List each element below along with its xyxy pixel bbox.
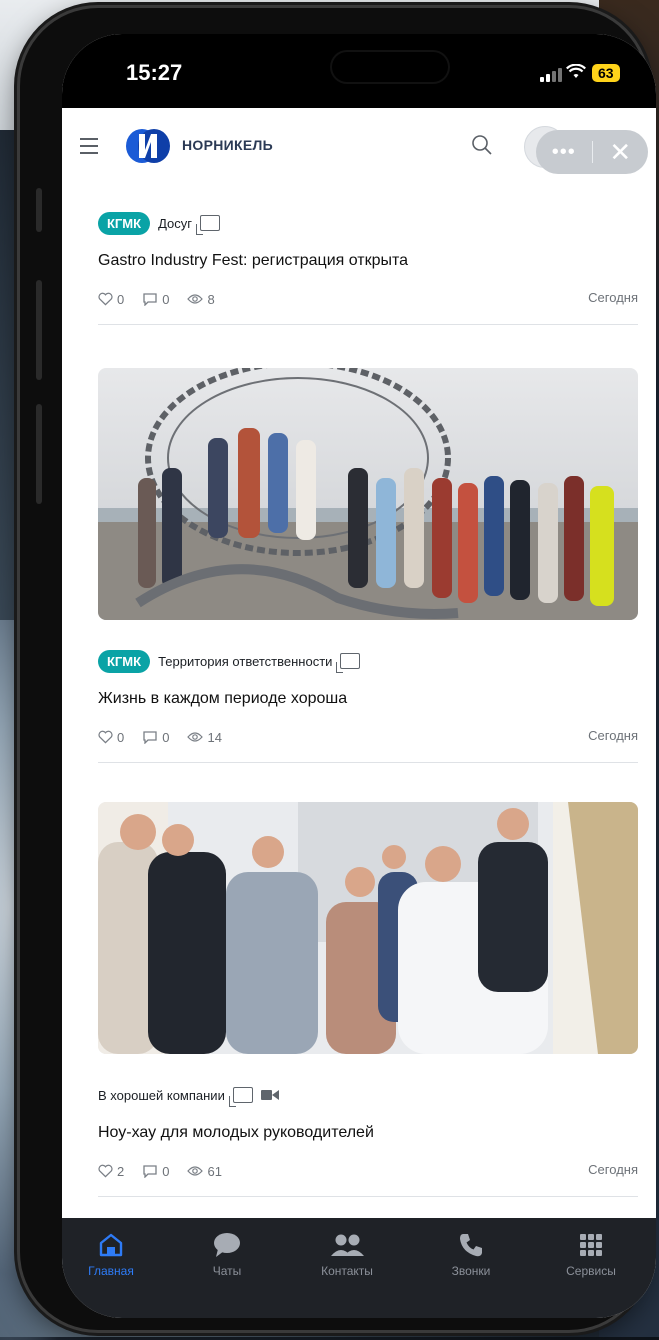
post-stats: 2 0 61 Сегодня — [98, 1162, 638, 1180]
comment-icon — [143, 731, 157, 744]
views-count: 8 — [207, 291, 215, 307]
menu-icon[interactable] — [80, 138, 98, 154]
post-stats: 0 0 8 Сегодня — [98, 290, 638, 308]
gallery-icon — [336, 653, 361, 673]
post-tags: В хорошей компании — [98, 1082, 638, 1108]
post-title[interactable]: Ноу-хау для молодых руководителей — [98, 1122, 638, 1144]
phone-frame: 15:27 63 НОРНИКЕЛЬ ••• ✕ КГМК Досуг Gast… — [20, 8, 656, 1330]
category-label[interactable]: Досуг — [158, 216, 192, 231]
post-image[interactable] — [98, 368, 638, 620]
mute-switch — [36, 188, 42, 232]
heart-icon — [98, 292, 113, 306]
search-icon[interactable] — [470, 133, 496, 159]
tab-calls[interactable]: Звонки — [416, 1230, 526, 1278]
news-card[interactable]: КГМК Досуг Gastro Industry Fest: регистр… — [98, 210, 638, 325]
likes-count: 0 — [117, 729, 125, 745]
tab-label: Чаты — [212, 1264, 242, 1278]
comments[interactable]: 0 — [142, 1164, 169, 1179]
eye-icon — [187, 1166, 204, 1176]
comment-icon — [143, 1165, 157, 1178]
eye-icon — [187, 732, 204, 742]
volume-up-button — [36, 280, 42, 380]
post-date: Сегодня — [588, 290, 638, 305]
post-tags: КГМК Досуг — [98, 210, 638, 236]
category-label[interactable]: Территория ответственности — [158, 654, 332, 669]
tab-contacts[interactable]: Контакты — [292, 1230, 402, 1278]
more-icon[interactable]: ••• — [536, 141, 592, 164]
status-time: 15:27 — [126, 60, 183, 85]
post-title[interactable]: Gastro Industry Fest: регистрация открыт… — [98, 250, 638, 272]
company-badge[interactable]: КГМК — [98, 649, 151, 673]
likes-count: 0 — [117, 291, 125, 307]
likes[interactable]: 0 — [98, 730, 124, 745]
news-card[interactable]: В хорошей компании Ноу-хау для молодых р… — [98, 802, 638, 1197]
views: 61 — [187, 1163, 222, 1179]
comments-count: 0 — [162, 291, 170, 307]
heart-icon — [98, 1164, 113, 1178]
divider — [98, 1196, 638, 1197]
tab-label: Главная — [88, 1264, 134, 1278]
bottom-tab-bar: Главная Чаты Контакты Звонки Сервисы — [62, 1218, 656, 1318]
views: 14 — [187, 729, 222, 745]
likes-count: 2 — [117, 1163, 125, 1179]
grid-icon — [580, 1234, 602, 1256]
tab-chats[interactable]: Чаты — [172, 1230, 282, 1278]
tab-label: Звонки — [451, 1264, 491, 1278]
tab-services[interactable]: Сервисы — [536, 1230, 646, 1278]
video-icon — [260, 1089, 279, 1101]
views-count: 14 — [207, 729, 222, 745]
comments[interactable]: 0 — [142, 730, 169, 745]
volume-down-button — [36, 404, 42, 504]
views: 8 — [187, 291, 215, 307]
company-badge[interactable]: КГМК — [98, 211, 151, 235]
post-date: Сегодня — [588, 1162, 638, 1177]
phone-icon — [460, 1234, 482, 1257]
screen: 15:27 63 НОРНИКЕЛЬ ••• ✕ КГМК Досуг Gast… — [62, 34, 656, 1318]
post-date: Сегодня — [588, 728, 638, 743]
divider — [98, 324, 638, 325]
views-count: 61 — [207, 1163, 222, 1179]
tab-label: Сервисы — [566, 1264, 616, 1278]
comments-count: 0 — [162, 1163, 170, 1179]
battery-indicator: 63 — [592, 64, 620, 82]
news-card[interactable]: КГМК Территория ответственности Жизнь в … — [98, 368, 638, 763]
gallery-icon — [196, 215, 220, 235]
eye-icon — [187, 294, 204, 304]
dynamic-island — [330, 50, 450, 84]
brand-name: НОРНИКЕЛЬ — [182, 137, 273, 153]
comments[interactable]: 0 — [142, 292, 169, 307]
post-stats: 0 0 14 Сегодня — [98, 728, 638, 746]
post-title[interactable]: Жизнь в каждом периоде хороша — [98, 688, 638, 710]
signal-icon — [540, 68, 562, 82]
likes[interactable]: 2 — [98, 1164, 124, 1179]
status-bar: 15:27 63 — [62, 34, 656, 108]
heart-icon — [98, 730, 113, 744]
likes[interactable]: 0 — [98, 292, 124, 307]
miniapp-controls: ••• ✕ — [536, 130, 648, 174]
close-icon[interactable]: ✕ — [592, 137, 648, 168]
news-feed: КГМК Досуг Gastro Industry Fest: регистр… — [62, 184, 656, 1218]
comment-icon — [143, 293, 157, 306]
home-icon — [99, 1233, 123, 1257]
wifi-icon — [566, 63, 586, 85]
post-image[interactable] — [98, 802, 638, 1054]
chat-icon — [214, 1233, 240, 1257]
category-label[interactable]: В хорошей компании — [98, 1088, 225, 1103]
gallery-icon — [228, 1087, 253, 1107]
tab-label: Контакты — [321, 1264, 373, 1278]
comments-count: 0 — [162, 729, 170, 745]
post-tags: КГМК Территория ответственности — [98, 648, 638, 674]
tab-home[interactable]: Главная — [62, 1230, 166, 1278]
app-header: НОРНИКЕЛЬ ••• ✕ — [62, 108, 656, 185]
nornickel-logo-icon[interactable] — [124, 128, 172, 164]
contacts-icon — [331, 1234, 364, 1256]
divider — [98, 762, 638, 763]
